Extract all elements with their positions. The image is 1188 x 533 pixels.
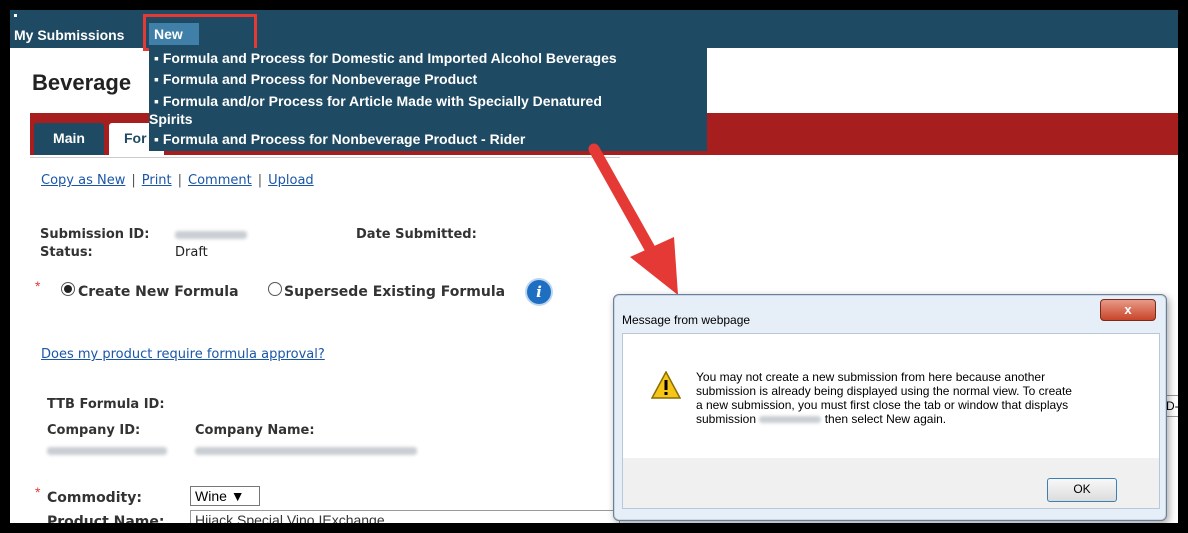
dialog-message-line: a new submission, you must first close t… — [696, 398, 1069, 412]
company-id-redacted — [47, 447, 167, 455]
close-button[interactable]: x — [1100, 299, 1156, 321]
menu-item-specially-denatured[interactable]: ▪ Formula and/or Process for Article Mad… — [154, 93, 602, 109]
supersede-radio[interactable] — [268, 282, 282, 296]
supersede-label[interactable]: Supersede Existing Formula — [284, 284, 505, 300]
status-label: Status: — [40, 245, 93, 260]
commodity-label: Commodity: — [47, 490, 142, 506]
tab-main[interactable]: Main — [34, 123, 104, 155]
print-link[interactable]: Print — [142, 173, 172, 188]
separator: | — [177, 173, 183, 188]
status-value: Draft — [175, 245, 208, 260]
create-new-label[interactable]: Create New Formula — [78, 284, 239, 300]
red-arrow-icon — [588, 143, 678, 295]
divider — [30, 157, 620, 158]
nav-my-submissions[interactable]: My Submissions — [14, 27, 124, 43]
ttb-formula-id-label: TTB Formula ID: — [47, 397, 165, 412]
product-name-label: Product Name: — [47, 514, 165, 523]
dialog-text: then select New again. — [824, 412, 947, 426]
dialog-message-line: submission then select New again. — [696, 412, 1136, 426]
copy-as-new-link[interactable]: Copy as New — [41, 173, 125, 188]
dialog-message-line: You may not create a new submission from… — [696, 370, 1046, 384]
separator: | — [131, 173, 136, 188]
separator: | — [257, 173, 263, 188]
dialog-title: Message from webpage — [622, 313, 751, 327]
action-links: Copy as New | Print | Comment | Upload — [41, 173, 314, 188]
warning-icon — [651, 371, 681, 399]
menu-item-nonbeverage-product[interactable]: ▪ Formula and Process for Nonbeverage Pr… — [154, 71, 477, 87]
menu-item-specially-denatured-cont[interactable]: Spirits — [149, 111, 193, 127]
browser-viewport: My Submissions New Beverage Main For ▪ F… — [10, 10, 1178, 523]
submission-id-redacted — [175, 231, 247, 239]
company-name-redacted — [195, 447, 417, 455]
company-id-label: Company ID: — [47, 423, 141, 438]
menu-item-alcohol-beverages[interactable]: ▪ Formula and Process for Domestic and I… — [154, 50, 617, 66]
page-title: Beverage — [32, 70, 132, 95]
required-marker: * — [35, 278, 41, 294]
chevron-down-icon: ▼ — [230, 488, 245, 504]
highlight-box — [143, 14, 257, 51]
upload-link[interactable]: Upload — [268, 173, 314, 188]
create-new-radio[interactable] — [61, 282, 75, 296]
comment-link[interactable]: Comment — [188, 173, 252, 188]
dialog-text: submission — [696, 412, 757, 426]
dialog-message: You may not create a new submission from… — [696, 370, 1136, 426]
required-marker: * — [35, 484, 41, 500]
nav-marker — [14, 14, 17, 17]
dialog-message-line: submission is already being displayed us… — [696, 384, 1072, 398]
product-name-input[interactable]: Hijack Special Vino IExchange — [190, 510, 620, 523]
formula-approval-link[interactable]: Does my product require formula approval… — [41, 347, 325, 362]
submission-id-redacted — [759, 416, 822, 424]
company-name-label: Company Name: — [195, 423, 315, 438]
info-icon[interactable]: i — [527, 280, 551, 304]
commodity-value: Wine — [195, 488, 227, 504]
dialog-body: You may not create a new submission from… — [622, 333, 1160, 460]
message-dialog: Message from webpage x You may not creat… — [613, 294, 1167, 521]
commodity-select[interactable]: Wine ▼ — [190, 486, 260, 506]
menu-item-nonbeverage-rider[interactable]: ▪ Formula and Process for Nonbeverage Pr… — [154, 131, 525, 147]
submission-id-label: Submission ID: — [40, 227, 150, 242]
date-submitted-label: Date Submitted: — [356, 227, 477, 242]
ok-button[interactable]: OK — [1047, 478, 1117, 502]
